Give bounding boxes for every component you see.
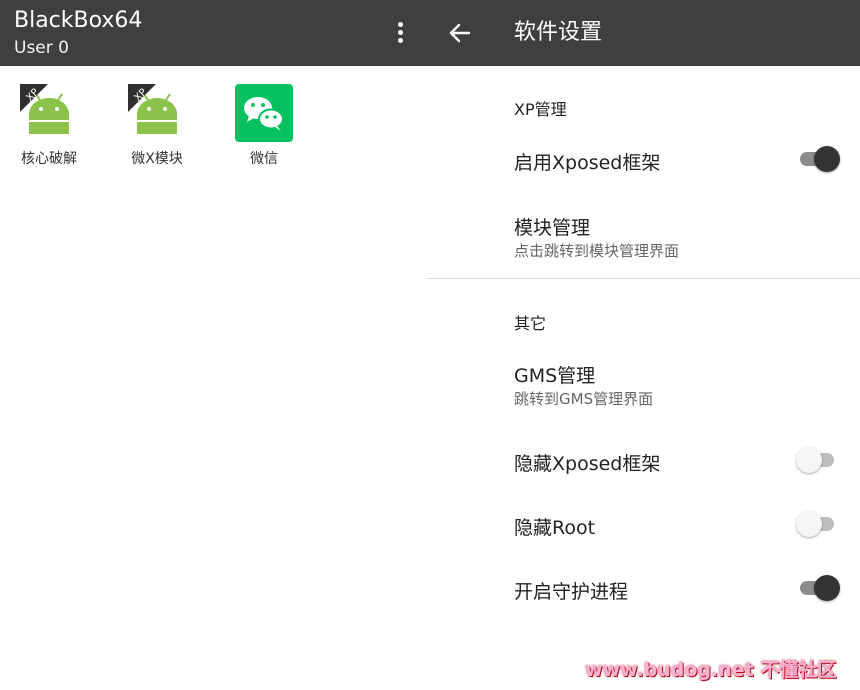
enable-xposed-switch[interactable]: [800, 146, 840, 172]
pref-summary: 跳转到GMS管理界面: [514, 390, 654, 408]
hide-root-switch[interactable]: [796, 511, 840, 537]
launcher-appbar: BlackBox64 User 0: [0, 0, 427, 66]
android-xp-icon: XP: [20, 84, 78, 142]
section-divider: [427, 278, 860, 279]
guard-process-switch[interactable]: [800, 575, 840, 601]
pref-enable-xposed[interactable]: 启用Xposed框架: [427, 130, 860, 190]
pref-title: GMS管理: [514, 365, 596, 387]
pref-title: 模块管理: [514, 217, 591, 239]
settings-panel: 软件设置 XP管理 启用Xposed框架 模块管理 点击跳转到模块管理界面 其它…: [427, 0, 860, 690]
pref-guard-process[interactable]: 开启守护进程: [427, 558, 860, 618]
pref-summary: 点击跳转到模块管理界面: [514, 242, 680, 260]
wechat-icon: [235, 84, 293, 142]
launcher-panel: BlackBox64 User 0 XP 核心破解 XP 微X模块 微信: [0, 0, 427, 690]
settings-appbar: 软件设置: [427, 0, 860, 66]
pref-title: 隐藏Root: [514, 517, 596, 539]
android-xp-icon: XP: [128, 84, 186, 142]
user-subtitle: User 0: [14, 38, 69, 58]
arrow-back-icon[interactable]: [447, 20, 475, 46]
settings-title: 软件设置: [514, 20, 603, 45]
app-title: BlackBox64: [14, 8, 143, 33]
watermark-logo: www.budog.net 不懂社区: [585, 659, 837, 681]
pref-gms-manage[interactable]: GMS管理 跳转到GMS管理界面: [427, 350, 860, 420]
pref-module-manage[interactable]: 模块管理 点击跳转到模块管理界面: [427, 200, 860, 270]
pref-title: 启用Xposed框架: [514, 152, 661, 174]
pref-hide-xposed[interactable]: 隐藏Xposed框架: [427, 430, 860, 490]
pref-hide-root[interactable]: 隐藏Root: [427, 495, 860, 555]
pref-title: 隐藏Xposed框架: [514, 453, 661, 475]
section-title-other: 其它: [514, 314, 547, 333]
hide-xposed-switch[interactable]: [796, 447, 840, 473]
app-label: 微X模块: [131, 151, 183, 167]
app-label: 微信: [250, 151, 278, 167]
more-vert-icon[interactable]: [390, 18, 412, 48]
app-label: 核心破解: [21, 151, 77, 167]
section-title-xp: XP管理: [514, 100, 567, 119]
pref-title: 开启守护进程: [514, 581, 629, 603]
